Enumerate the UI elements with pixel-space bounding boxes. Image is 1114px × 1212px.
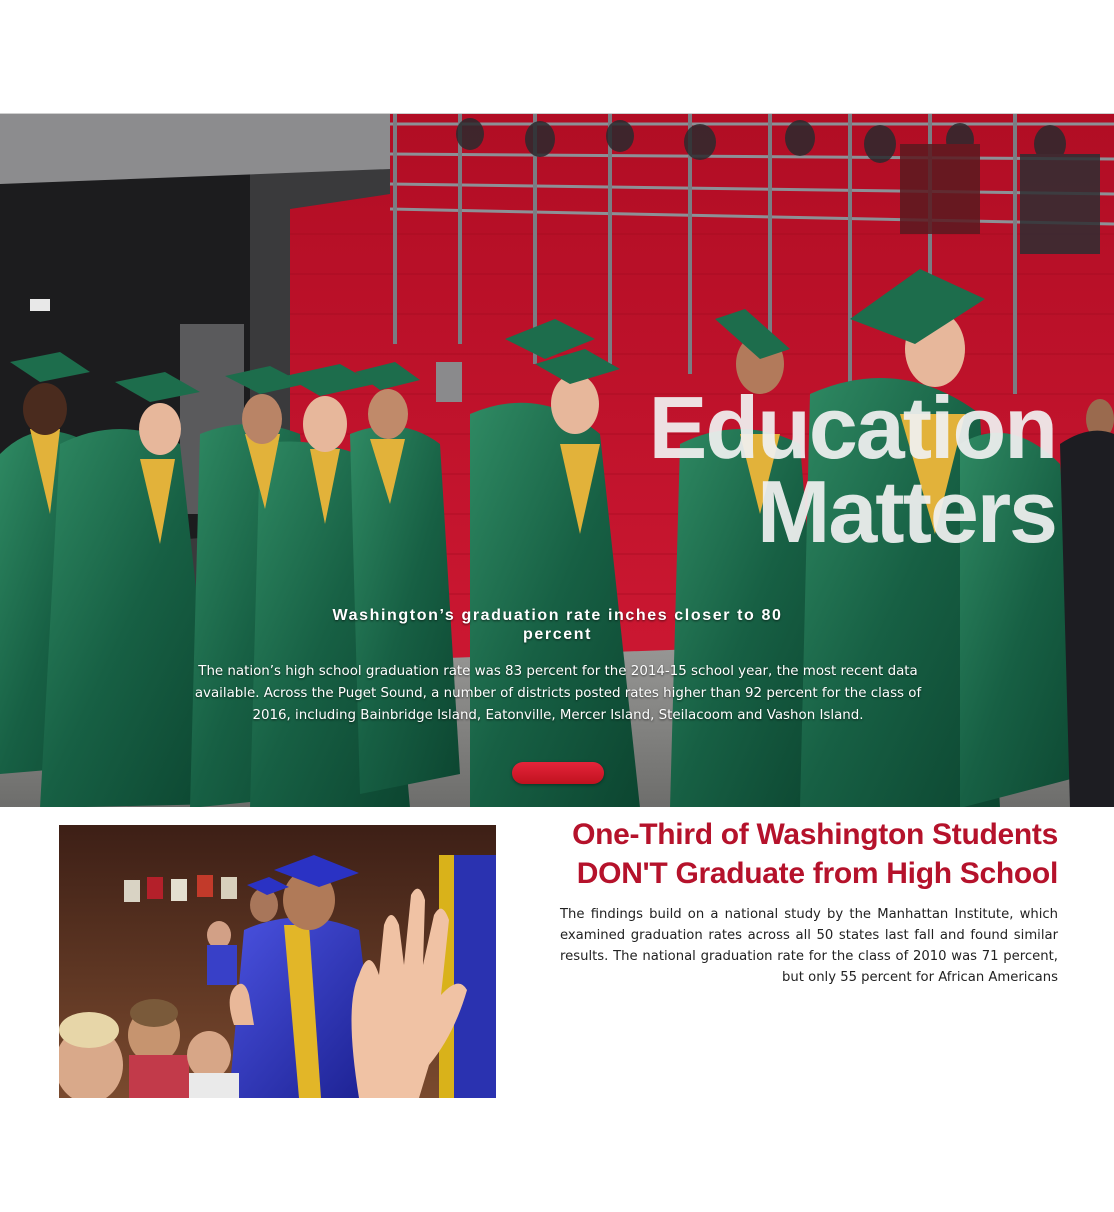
hero-title: Education Matters <box>648 378 1058 561</box>
article-headline-line-1: One-Third of Washington Students <box>572 818 1058 851</box>
article-body-text: The findings build on a national study b… <box>560 907 1058 985</box>
graduate-high-five-photo <box>59 825 496 1098</box>
hero-body-text: The nation’s high school graduation rate… <box>194 664 922 723</box>
graduate-high-five-image <box>59 825 496 1098</box>
hero-subtitle: Washington’s graduation rate inches clos… <box>332 607 783 643</box>
hero-banner: Education Matters Washington’s graduatio… <box>0 113 1114 807</box>
article-headline: One-Third of Washington Students DON'T G… <box>520 815 1058 893</box>
read-more-button[interactable] <box>512 762 604 784</box>
hero-title-line-2: Matters <box>757 462 1058 561</box>
hero-title-line-1: Education <box>648 378 1058 477</box>
article-headline-line-2: DON'T Graduate from High School <box>576 857 1059 890</box>
